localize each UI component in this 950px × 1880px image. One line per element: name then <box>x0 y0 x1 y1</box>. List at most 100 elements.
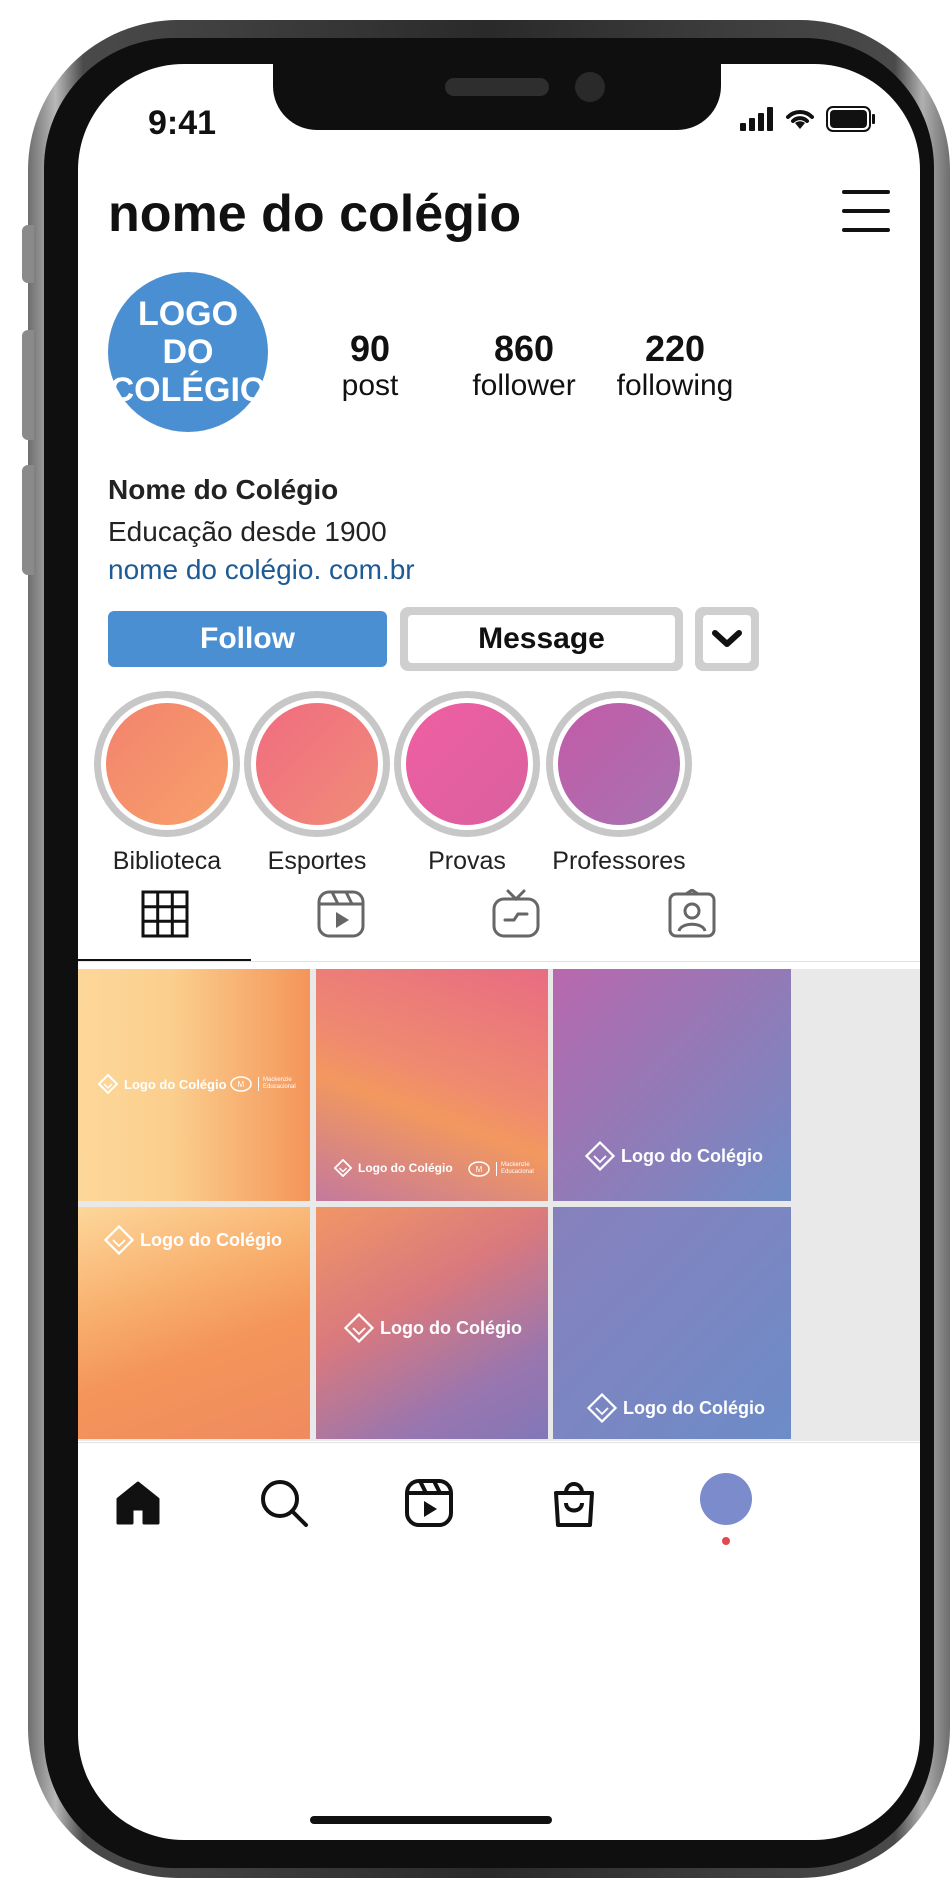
post-logo-text: Logo do Colégio <box>621 1145 763 1166</box>
speaker-grille <box>445 78 549 96</box>
highlight-ring <box>244 691 390 837</box>
avatar[interactable]: LOGO DO COLÉGIO <box>108 272 268 432</box>
post-logo: Logo do Colégio <box>98 1074 227 1094</box>
post-3[interactable]: Logo do Colégio <box>553 969 791 1201</box>
svg-text:M: M <box>476 1165 483 1174</box>
tagged-user-icon <box>668 888 716 938</box>
chevron-down-icon <box>712 630 742 647</box>
partner-logo: M Mackenzie Educacional <box>230 1076 296 1092</box>
highlight-esportes[interactable]: Esportes <box>241 691 393 876</box>
igtv-icon <box>492 889 540 938</box>
post-logo: Logo do Colégio <box>334 1159 453 1177</box>
post-4[interactable]: Logo do Colégio <box>78 1207 310 1439</box>
highlight-label: Biblioteca <box>112 847 222 875</box>
post-logo: Logo do Colégio <box>104 1225 282 1255</box>
home-indicator[interactable] <box>310 1816 552 1824</box>
nav-reels[interactable] <box>403 1477 455 1529</box>
diamond-logo-icon <box>334 1159 352 1177</box>
partner-sub: Educacional <box>263 1084 296 1090</box>
stat-followers-label: follower <box>472 369 576 402</box>
message-button[interactable]: Message <box>400 607 683 671</box>
diamond-logo-icon <box>98 1074 118 1094</box>
post-2[interactable]: Logo do Colégio M Mackenzie Educacional <box>316 969 548 1201</box>
bio-name: Nome do Colégio <box>108 474 339 505</box>
reels-icon <box>405 1479 453 1527</box>
highlight-label: Professores <box>552 847 686 875</box>
post-logo-text: Logo do Colégio <box>380 1317 522 1338</box>
bio-link[interactable]: nome do colégio. com.br <box>108 554 415 586</box>
nav-home[interactable] <box>112 1477 164 1529</box>
search-icon <box>261 1480 308 1527</box>
wifi-icon <box>786 110 814 129</box>
highlight-label: Esportes <box>267 847 367 875</box>
page-title: nome do colégio <box>108 185 522 243</box>
stat-followers-value: 860 <box>493 328 555 369</box>
shopping-bag-icon <box>554 1482 594 1527</box>
reels-icon <box>317 890 365 938</box>
post-logo-text: Logo do Colégio <box>358 1161 453 1175</box>
tagged-tab[interactable] <box>667 888 717 939</box>
bottom-nav <box>78 1442 920 1563</box>
message-button-label: Message <box>408 615 675 663</box>
svg-text:M: M <box>238 1080 245 1089</box>
diamond-logo-icon <box>344 1313 374 1343</box>
post-1[interactable]: Logo do Colégio M Mackenzie Educacional <box>78 969 310 1201</box>
post-logo: Logo do Colégio <box>585 1141 763 1171</box>
post-logo: Logo do Colégio <box>587 1393 765 1423</box>
reels-tab[interactable] <box>316 889 366 939</box>
avatar-text-line2: COLÉGIO <box>109 371 267 409</box>
grid-tab[interactable] <box>140 889 190 939</box>
mute-switch <box>22 225 34 283</box>
highlight-ring <box>394 691 540 837</box>
notch <box>273 64 721 130</box>
grid-icon <box>141 890 189 938</box>
partner-name: Mackenzie <box>501 1162 530 1168</box>
highlight-ring <box>546 691 692 837</box>
stat-following[interactable]: 220 following <box>590 329 760 403</box>
stat-following-label: following <box>616 369 734 402</box>
signal-icon <box>740 107 773 131</box>
post-logo-text: Logo do Colégio <box>140 1229 282 1250</box>
home-icon <box>116 1481 160 1525</box>
post-5[interactable]: Logo do Colégio <box>316 1207 548 1439</box>
partner-logo: M Mackenzie Educacional <box>468 1161 534 1177</box>
stat-posts-label: post <box>341 369 399 402</box>
partner-sub: Educacional <box>501 1169 534 1175</box>
stat-followers[interactable]: 860 follower <box>439 329 609 403</box>
profile-avatar-icon[interactable] <box>700 1473 752 1525</box>
battery-icon <box>826 106 875 132</box>
notification-dot <box>722 1537 730 1545</box>
partner-seal-icon: M <box>468 1161 490 1177</box>
post-6[interactable]: Logo do Colégio <box>553 1207 791 1439</box>
front-camera <box>575 72 605 102</box>
status-icons <box>740 106 876 132</box>
status-time: 9:41 <box>148 104 217 142</box>
bio-description: Educação desde 1900 <box>108 516 387 547</box>
follow-button[interactable]: Follow <box>108 611 387 667</box>
diamond-logo-icon <box>104 1225 134 1255</box>
diamond-logo-icon <box>585 1141 615 1171</box>
tab-divider <box>78 961 920 962</box>
post-logo-text: Logo do Colégio <box>623 1397 765 1418</box>
suggestions-button[interactable] <box>695 607 759 671</box>
partner-seal-icon: M <box>230 1076 252 1092</box>
stat-posts-value: 90 <box>349 328 391 369</box>
volume-down-button <box>22 465 34 575</box>
highlight-professores[interactable]: Professores <box>543 691 695 876</box>
phone-screen: 9:41 nome do colégio LOGO DO COLÉGIO 90 <box>78 64 920 1840</box>
hamburger-menu-icon[interactable] <box>842 190 890 232</box>
post-logo-text: Logo do Colégio <box>124 1076 227 1092</box>
stat-following-value: 220 <box>644 328 706 369</box>
highlight-ring <box>94 691 240 837</box>
igtv-tab[interactable] <box>491 889 541 939</box>
diamond-logo-icon <box>587 1393 617 1423</box>
post-logo: Logo do Colégio <box>344 1313 522 1343</box>
highlight-biblioteca[interactable]: Biblioteca <box>91 691 243 876</box>
highlight-provas[interactable]: Provas <box>391 691 543 876</box>
nav-shop[interactable] <box>548 1477 600 1529</box>
avatar-text-line1: LOGO DO <box>137 295 239 371</box>
partner-name: Mackenzie <box>263 1077 292 1083</box>
stat-posts[interactable]: 90 post <box>285 329 455 403</box>
highlight-label: Provas <box>428 847 506 875</box>
nav-search[interactable] <box>258 1477 310 1529</box>
